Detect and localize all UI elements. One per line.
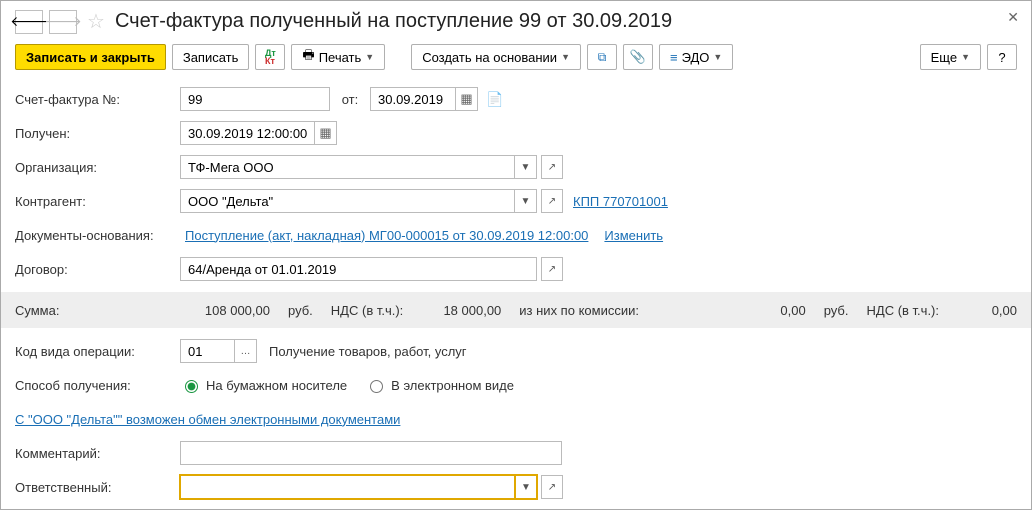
toolbar: Записать и закрыть Записать ДтКт 🖶 Печат… bbox=[15, 44, 1017, 70]
chevron-down-icon: ▼ bbox=[365, 52, 374, 62]
dtkt-button[interactable]: ДтКт bbox=[255, 44, 285, 70]
responsible-label: Ответственный: bbox=[15, 480, 180, 495]
favorite-star-icon[interactable]: ☆ bbox=[87, 9, 105, 34]
save-button[interactable]: Записать bbox=[172, 44, 250, 70]
open-ref-button[interactable]: ↗ bbox=[541, 257, 563, 281]
sum-vat: 18 000,00 bbox=[421, 303, 501, 318]
sum-commission-vat: 0,00 bbox=[957, 303, 1017, 318]
edo-icon: ≡ bbox=[670, 50, 678, 65]
op-code-desc: Получение товаров, работ, услуг bbox=[269, 344, 467, 359]
received-label: Получен: bbox=[15, 126, 180, 141]
paperclip-icon: 📎 bbox=[630, 49, 646, 65]
more-button[interactable]: Еще ▼ bbox=[920, 44, 981, 70]
vat2-label: НДС (в т.ч.): bbox=[867, 303, 940, 318]
print-button[interactable]: 🖶 Печать ▼ bbox=[291, 44, 385, 70]
sum-total: 108 000,00 bbox=[180, 303, 270, 318]
close-icon[interactable]: ✕ bbox=[1007, 9, 1019, 26]
apply-icon[interactable]: 📄 bbox=[486, 91, 503, 108]
basis-docs-label: Документы-основания: bbox=[15, 228, 185, 243]
vat-label: НДС (в т.ч.): bbox=[331, 303, 404, 318]
comment-input[interactable] bbox=[180, 441, 562, 465]
op-code-select-button[interactable]: … bbox=[235, 339, 257, 363]
sum-label: Сумма: bbox=[15, 303, 180, 318]
basis-doc-link[interactable]: Поступление (акт, накладная) МГ00-000015… bbox=[185, 228, 588, 243]
edo-button[interactable]: ≡ ЭДО ▼ bbox=[659, 44, 733, 70]
related-icon: ⧉ bbox=[598, 50, 607, 65]
calendar-button[interactable]: ▦ bbox=[456, 87, 478, 111]
document-window: ✕ 🡐 🡒 ☆ Счет-фактура полученный на посту… bbox=[0, 0, 1032, 510]
received-input[interactable] bbox=[180, 121, 315, 145]
invoice-no-input[interactable] bbox=[180, 87, 330, 111]
calendar-button[interactable]: ▦ bbox=[315, 121, 337, 145]
calendar-icon: ▦ bbox=[460, 91, 472, 107]
sum-commission: 0,00 bbox=[657, 303, 806, 318]
dropdown-button[interactable]: ▼ bbox=[515, 189, 537, 213]
edo-exchange-link[interactable]: С "ООО "Дельта"" возможен обмен электрон… bbox=[15, 412, 400, 427]
org-label: Организация: bbox=[15, 160, 180, 175]
sum-row: Сумма: 108 000,00 руб. НДС (в т.ч.): 18 … bbox=[1, 292, 1031, 328]
related-docs-button[interactable]: ⧉ bbox=[587, 44, 617, 70]
dropdown-button[interactable]: ▼ bbox=[515, 475, 537, 499]
dropdown-button[interactable]: ▼ bbox=[515, 155, 537, 179]
comment-label: Комментарий: bbox=[15, 446, 180, 461]
create-based-on-button[interactable]: Создать на основании ▼ bbox=[411, 44, 581, 70]
calendar-icon: ▦ bbox=[319, 125, 331, 141]
change-link[interactable]: Изменить bbox=[604, 228, 663, 243]
contract-label: Договор: bbox=[15, 262, 180, 277]
electronic-radio[interactable]: В электронном виде bbox=[365, 377, 514, 393]
open-ref-button[interactable]: ↗ bbox=[541, 475, 563, 499]
invoice-date-input[interactable] bbox=[370, 87, 456, 111]
kpp-link[interactable]: КПП 770701001 bbox=[573, 194, 668, 209]
attachments-button[interactable]: 📎 bbox=[623, 44, 653, 70]
chevron-down-icon: ▼ bbox=[961, 52, 970, 62]
op-code-input[interactable] bbox=[180, 339, 235, 363]
open-ref-button[interactable]: ↗ bbox=[541, 189, 563, 213]
org-input[interactable] bbox=[180, 155, 515, 179]
save-and-close-button[interactable]: Записать и закрыть bbox=[15, 44, 166, 70]
counterparty-input[interactable] bbox=[180, 189, 515, 213]
print-icon: 🖶 bbox=[302, 46, 314, 68]
op-code-label: Код вида операции: bbox=[15, 344, 180, 359]
help-button[interactable]: ? bbox=[987, 44, 1017, 70]
counterparty-label: Контрагент: bbox=[15, 194, 180, 209]
dtkt-icon: ДтКт bbox=[265, 49, 276, 65]
paper-radio[interactable]: На бумажном носителе bbox=[180, 377, 347, 393]
contract-input[interactable] bbox=[180, 257, 537, 281]
chevron-down-icon: ▼ bbox=[713, 52, 722, 62]
invoice-no-label: Счет-фактура №: bbox=[15, 92, 180, 107]
nav-forward-button[interactable]: 🡒 bbox=[49, 10, 77, 34]
chevron-down-icon: ▼ bbox=[561, 52, 570, 62]
titlebar: 🡐 🡒 ☆ Счет-фактура полученный на поступл… bbox=[15, 9, 1017, 34]
from-label: от: bbox=[330, 92, 370, 107]
responsible-input[interactable] bbox=[180, 475, 515, 499]
receive-method-label: Способ получения: bbox=[15, 378, 180, 393]
page-title: Счет-фактура полученный на поступление 9… bbox=[115, 10, 672, 33]
nav-back-button[interactable]: 🡐 bbox=[15, 10, 43, 34]
commission-label: из них по комиссии: bbox=[519, 303, 639, 318]
open-ref-button[interactable]: ↗ bbox=[541, 155, 563, 179]
